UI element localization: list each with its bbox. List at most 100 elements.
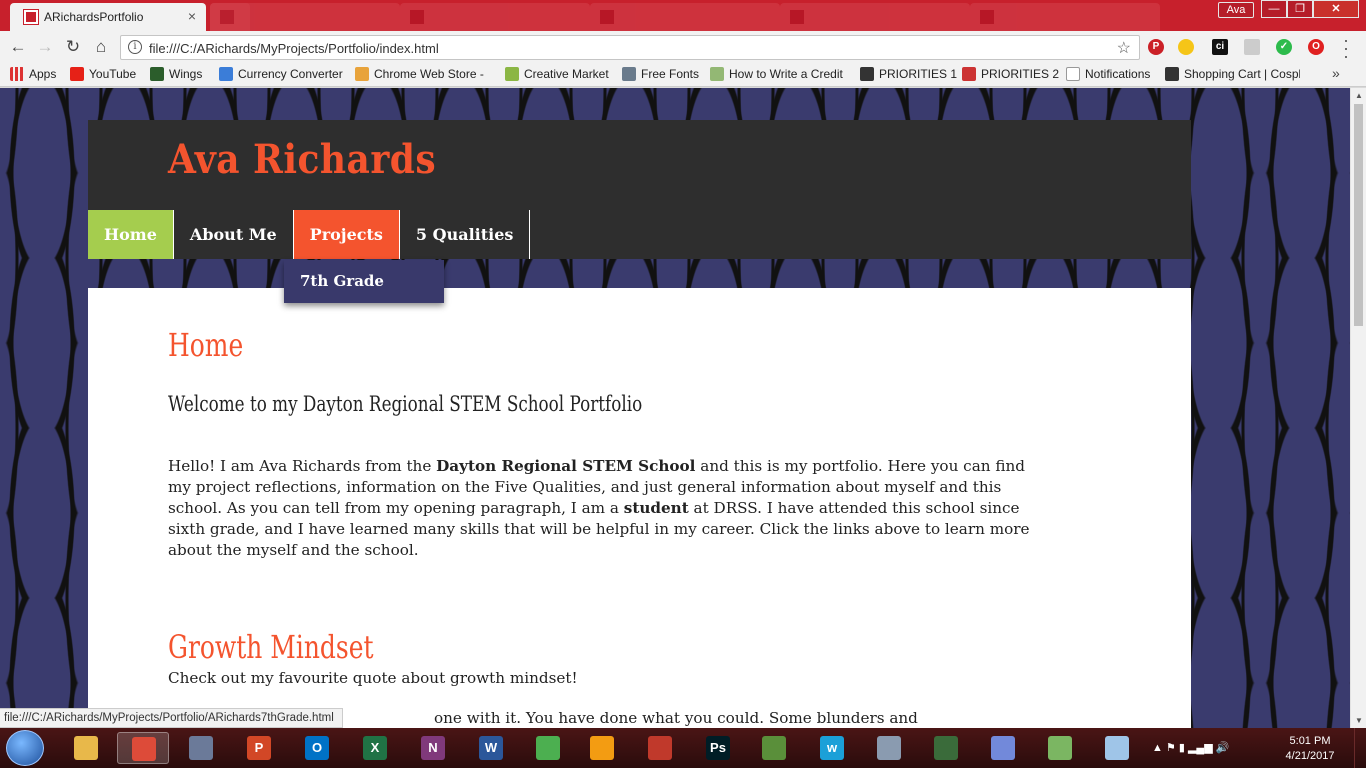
home-icon[interactable]: ⌂	[91, 37, 111, 57]
maximize-button[interactable]: ❐	[1287, 0, 1313, 18]
tab-background[interactable]	[780, 3, 970, 31]
webstore-icon	[355, 67, 369, 81]
profile-button[interactable]: Ava	[1218, 2, 1254, 18]
opera-extension-icon[interactable]: O	[1308, 39, 1324, 55]
webcam-taskbar-button[interactable]	[175, 732, 227, 764]
main-content: Home Welcome to my Dayton Regional STEM …	[88, 288, 1191, 728]
projects-dropdown: 7th Grade	[284, 260, 444, 303]
tab-active[interactable]: ARichardsPortfolio ×	[10, 3, 206, 31]
photoshop-taskbar-button[interactable]: Ps	[692, 732, 744, 764]
chart-app-taskbar-button[interactable]	[1034, 732, 1086, 764]
word-icon: W	[479, 736, 503, 760]
nav-home[interactable]: Home	[88, 210, 174, 259]
bookmark-wings[interactable]: Wings	[150, 67, 202, 81]
monitor-icon	[934, 736, 958, 760]
apps-grid-icon	[10, 67, 24, 81]
nav-5-qualities[interactable]: 5 Qualities	[400, 210, 531, 259]
bookmark-star-icon[interactable]: ☆	[1117, 38, 1131, 58]
extension-icon[interactable]	[1178, 39, 1194, 55]
clock-time: 5:01 PM	[1289, 735, 1331, 747]
favicon-icon	[24, 10, 38, 24]
bookmarks-overflow-icon[interactable]: »	[1332, 65, 1340, 81]
start-button[interactable]	[6, 730, 44, 766]
ci-extension-icon[interactable]: ci	[1212, 39, 1228, 55]
tab-background[interactable]	[400, 3, 590, 31]
scroll-down-icon[interactable]: ▼	[1355, 716, 1363, 725]
app-badge-icon	[762, 736, 786, 760]
discord-taskbar-button[interactable]	[977, 732, 1029, 764]
close-window-button[interactable]: ✕	[1313, 0, 1359, 18]
creative-market-icon	[505, 67, 519, 81]
tab-background[interactable]	[590, 3, 780, 31]
tab-favicon-icon	[220, 10, 234, 24]
growth-mindset-heading: Growth Mindset	[168, 628, 374, 666]
bookmark-apps[interactable]: Apps	[10, 67, 56, 81]
site-title: Ava Richards	[168, 136, 437, 183]
powerpoint-taskbar-button[interactable]: P	[233, 732, 285, 764]
bookmark-shopping-cart[interactable]: Shopping Cart | Cospl	[1165, 67, 1300, 81]
dh-icon	[860, 67, 874, 81]
tab-favicon-icon	[600, 10, 614, 24]
bookmark-creative-market[interactable]: Creative Market	[505, 67, 609, 81]
menu-dots-icon[interactable]: · · ·	[1343, 31, 1351, 65]
outlook-taskbar-button[interactable]: O	[291, 732, 343, 764]
system-tray[interactable]: ▲ ⚑ ▮ ▂▄▆ 🔊	[1152, 741, 1229, 754]
bookmark-youtube[interactable]: YouTube	[70, 67, 136, 81]
word-taskbar-button[interactable]: W	[465, 732, 517, 764]
nav-about-me[interactable]: About Me	[174, 210, 294, 259]
address-url[interactable]: file:///C:/ARichards/MyProjects/Portfoli…	[149, 41, 439, 56]
wattpad-taskbar-button[interactable]: w	[806, 732, 858, 764]
chrome-taskbar-button[interactable]	[117, 732, 169, 764]
wings-icon	[150, 67, 164, 81]
welcome-heading: Welcome to my Dayton Regional STEM Schoo…	[168, 392, 643, 416]
minimize-button[interactable]: —	[1261, 0, 1287, 18]
pdf-extension-icon[interactable]	[1244, 39, 1260, 55]
onenote-taskbar-button[interactable]: N	[407, 732, 459, 764]
tab-background[interactable]	[210, 3, 400, 31]
browser-titlebar: ARichardsPortfolio × Ava — ❐ ✕	[0, 0, 1366, 31]
bookmark-free-fonts[interactable]: Free Fonts	[622, 67, 699, 81]
forward-arrow-icon[interactable]: →	[35, 37, 55, 57]
dropdown-item-7th-grade[interactable]: 7th Grade	[300, 272, 384, 290]
address-bar[interactable]: i file:///C:/ARichards/MyProjects/Portfo…	[120, 35, 1140, 60]
powerpoint-icon: P	[247, 736, 271, 760]
clock[interactable]: 5:01 PM 4/21/2017	[1280, 734, 1340, 764]
tab-close-icon[interactable]: ×	[188, 8, 196, 24]
bookmark-priorities-2[interactable]: PRIORITIES 2	[962, 67, 1059, 81]
pencil-taskbar-button[interactable]	[634, 732, 686, 764]
pinterest-icon[interactable]: P	[1148, 39, 1164, 55]
currency-icon	[219, 67, 233, 81]
show-desktop-button[interactable]	[1354, 728, 1366, 768]
tab-background[interactable]	[970, 3, 1160, 31]
calculator-taskbar-button[interactable]	[863, 732, 915, 764]
sims-taskbar-button[interactable]	[522, 732, 574, 764]
tab-favicon-icon	[790, 10, 804, 24]
media-player-taskbar-button[interactable]	[576, 732, 628, 764]
site-nav: Home About Me Projects 5 Qualities	[88, 210, 531, 259]
scroll-up-icon[interactable]: ▲	[1355, 91, 1363, 100]
scroll-thumb[interactable]	[1354, 104, 1363, 326]
site-header: Ava Richards Home About Me Projects 5 Qu…	[88, 120, 1191, 259]
wattpad-icon: w	[820, 736, 844, 760]
monitor-taskbar-button[interactable]	[920, 732, 972, 764]
file-explorer-taskbar-button[interactable]	[60, 732, 112, 764]
growth-mindset-subtitle: Check out my favourite quote about growt…	[168, 669, 578, 687]
intro-paragraph: Hello! I am Ava Richards from the Dayton…	[168, 457, 1030, 559]
bookmark-how-to-write[interactable]: How to Write a Credit	[710, 67, 846, 81]
bookmark-priorities-1[interactable]: PRIORITIES 1	[860, 67, 957, 81]
notes-taskbar-button[interactable]	[1091, 732, 1143, 764]
back-arrow-icon[interactable]: ←	[8, 37, 28, 57]
bookmark-currency-converter[interactable]: Currency Converter	[219, 67, 343, 81]
wikihow-icon	[710, 67, 724, 81]
info-icon[interactable]: i	[128, 40, 142, 54]
clock-date: 4/21/2017	[1285, 750, 1335, 762]
nav-projects[interactable]: Projects	[293, 210, 400, 259]
reload-icon[interactable]: ↻	[63, 37, 83, 57]
excel-taskbar-button[interactable]: X	[349, 732, 401, 764]
bookmark-chrome-web-store[interactable]: Chrome Web Store -	[355, 67, 484, 81]
sims-icon	[536, 736, 560, 760]
page-scrollbar[interactable]: ▲ ▼	[1350, 88, 1366, 728]
check-extension-icon[interactable]: ✓	[1276, 39, 1292, 55]
bookmark-notifications[interactable]: Notifications	[1066, 67, 1150, 81]
app-badge-taskbar-button[interactable]	[748, 732, 800, 764]
